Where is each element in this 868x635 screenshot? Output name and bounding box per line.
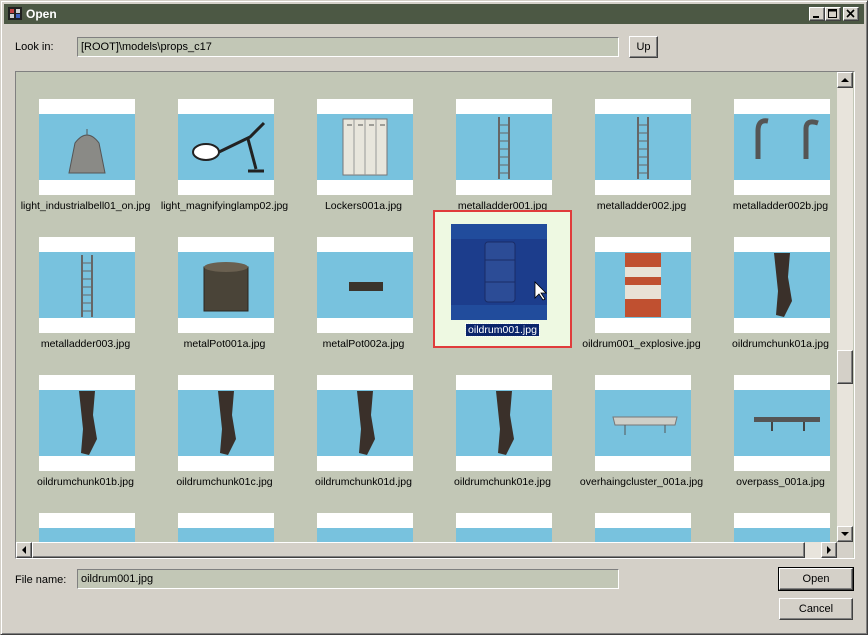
- file-tile[interactable]: metalladder001.jpg: [433, 72, 572, 212]
- file-tile[interactable]: Lockers001a.jpg: [294, 72, 433, 212]
- close-icon: [846, 9, 855, 18]
- file-thumbnail[interactable]: [178, 237, 274, 333]
- maximize-icon: [828, 9, 837, 18]
- file-tile[interactable]: light_industrialbell01_on.jpg: [16, 72, 155, 212]
- drum-chunk-icon: [79, 391, 97, 455]
- file-tile[interactable]: oildrumchunk01c.jpg: [155, 348, 294, 488]
- look-in-path-field[interactable]: [ROOT]\models\props_c17: [77, 37, 619, 57]
- file-name-label: File name:: [15, 574, 67, 586]
- scroll-down-button[interactable]: [837, 526, 853, 542]
- close-button[interactable]: [843, 7, 859, 21]
- file-thumbnail[interactable]: [451, 224, 547, 320]
- scroll-up-button[interactable]: [837, 72, 853, 88]
- lockers-icon: [342, 118, 388, 176]
- file-thumbnail[interactable]: [734, 237, 830, 333]
- file-name-text: oildrum001.jpg: [465, 323, 540, 337]
- file-tile[interactable]: light_magnifyinglamp02.jpg: [155, 72, 294, 212]
- app-icon: [8, 7, 22, 20]
- file-tile[interactable]: oildrumchunk01d.jpg: [294, 348, 433, 488]
- file-tile[interactable]: metalladder003.jpg: [16, 210, 155, 350]
- drum-chunk-icon: [357, 391, 375, 455]
- file-thumbnail[interactable]: [456, 375, 552, 471]
- file-thumbnail[interactable]: [39, 99, 135, 195]
- file-thumbnail[interactable]: [317, 237, 413, 333]
- file-tile[interactable]: metalPot002a.jpg: [294, 210, 433, 350]
- file-thumbnail[interactable]: [39, 375, 135, 471]
- file-thumbnail-grid[interactable]: light_industrialbell01_on.jpg light_magni…: [15, 71, 855, 559]
- minimize-icon: [813, 16, 819, 18]
- vertical-scrollbar[interactable]: [837, 72, 853, 542]
- ladder-icon: [498, 117, 510, 179]
- open-dialog: Open Look in: [ROOT]\models\props_c17 Up…: [0, 0, 868, 635]
- ladder-icon: [81, 255, 93, 317]
- industrial-bell-lamp-icon: [68, 129, 106, 174]
- scroll-left-button[interactable]: [16, 542, 32, 558]
- file-name-field[interactable]: oildrum001.jpg: [77, 569, 619, 589]
- file-name-caption[interactable]: oildrum001.jpg: [425, 323, 580, 337]
- file-thumbnail[interactable]: [595, 99, 691, 195]
- maximize-button[interactable]: [825, 7, 841, 21]
- file-thumbnail[interactable]: [317, 99, 413, 195]
- horizontal-scrollbar[interactable]: [16, 542, 837, 558]
- scroll-right-button[interactable]: [821, 542, 837, 558]
- look-in-label: Look in:: [15, 41, 54, 53]
- file-tile[interactable]: metalladder002b.jpg: [711, 72, 850, 212]
- arrow-down-icon: [841, 532, 849, 536]
- window-title: Open: [26, 7, 57, 21]
- file-thumbnail[interactable]: [734, 375, 830, 471]
- open-button[interactable]: Open: [778, 567, 854, 591]
- cancel-button[interactable]: Cancel: [779, 598, 853, 620]
- metal-pot-lid-icon: [349, 282, 383, 291]
- file-thumbnail[interactable]: [178, 99, 274, 195]
- scrollbar-corner: [837, 542, 853, 558]
- ladder-hooks-icon: [755, 118, 819, 159]
- metal-pot-icon: [203, 262, 249, 312]
- title-bar[interactable]: Open: [4, 4, 864, 24]
- ladder-icon: [637, 117, 649, 179]
- arrow-up-icon: [841, 78, 849, 82]
- file-tile[interactable]: metalPot001a.jpg: [155, 210, 294, 350]
- file-thumbnail[interactable]: [595, 237, 691, 333]
- drum-chunk-icon: [774, 253, 792, 317]
- file-tile[interactable]: oildrum001_explosive.jpg: [572, 210, 711, 350]
- horizontal-scroll-thumb[interactable]: [32, 542, 805, 558]
- vertical-scroll-thumb[interactable]: [837, 350, 853, 384]
- arrow-left-icon: [22, 546, 26, 554]
- file-tile[interactable]: oildrumchunk01a.jpg: [711, 210, 850, 350]
- explosive-drum-icon: [625, 253, 661, 317]
- file-thumbnail[interactable]: [39, 237, 135, 333]
- file-tile[interactable]: oildrumchunk01e.jpg: [433, 348, 572, 488]
- drum-chunk-icon: [496, 391, 514, 455]
- file-thumbnail[interactable]: [734, 99, 830, 195]
- minimize-button[interactable]: [809, 7, 825, 21]
- file-tile[interactable]: metalladder002.jpg: [572, 72, 711, 212]
- up-button[interactable]: Up: [629, 36, 658, 58]
- oil-drum-icon: [484, 241, 547, 303]
- file-thumbnail[interactable]: [456, 99, 552, 195]
- file-thumbnail[interactable]: [317, 375, 413, 471]
- file-tile[interactable]: overhaingcluster_001a.jpg: [572, 348, 711, 488]
- file-tile-selected[interactable]: oildrum001.jpg: [433, 210, 572, 348]
- file-thumbnail[interactable]: [178, 375, 274, 471]
- file-tile[interactable]: overpass_001a.jpg: [711, 348, 850, 488]
- overpass-icon: [754, 417, 820, 431]
- arrow-right-icon: [827, 546, 831, 554]
- file-thumbnail[interactable]: [595, 375, 691, 471]
- drum-chunk-icon: [218, 391, 236, 455]
- magnifying-lamp-icon: [192, 121, 266, 173]
- file-tile[interactable]: oildrumchunk01b.jpg: [16, 348, 155, 488]
- overhang-cluster-icon: [612, 416, 678, 435]
